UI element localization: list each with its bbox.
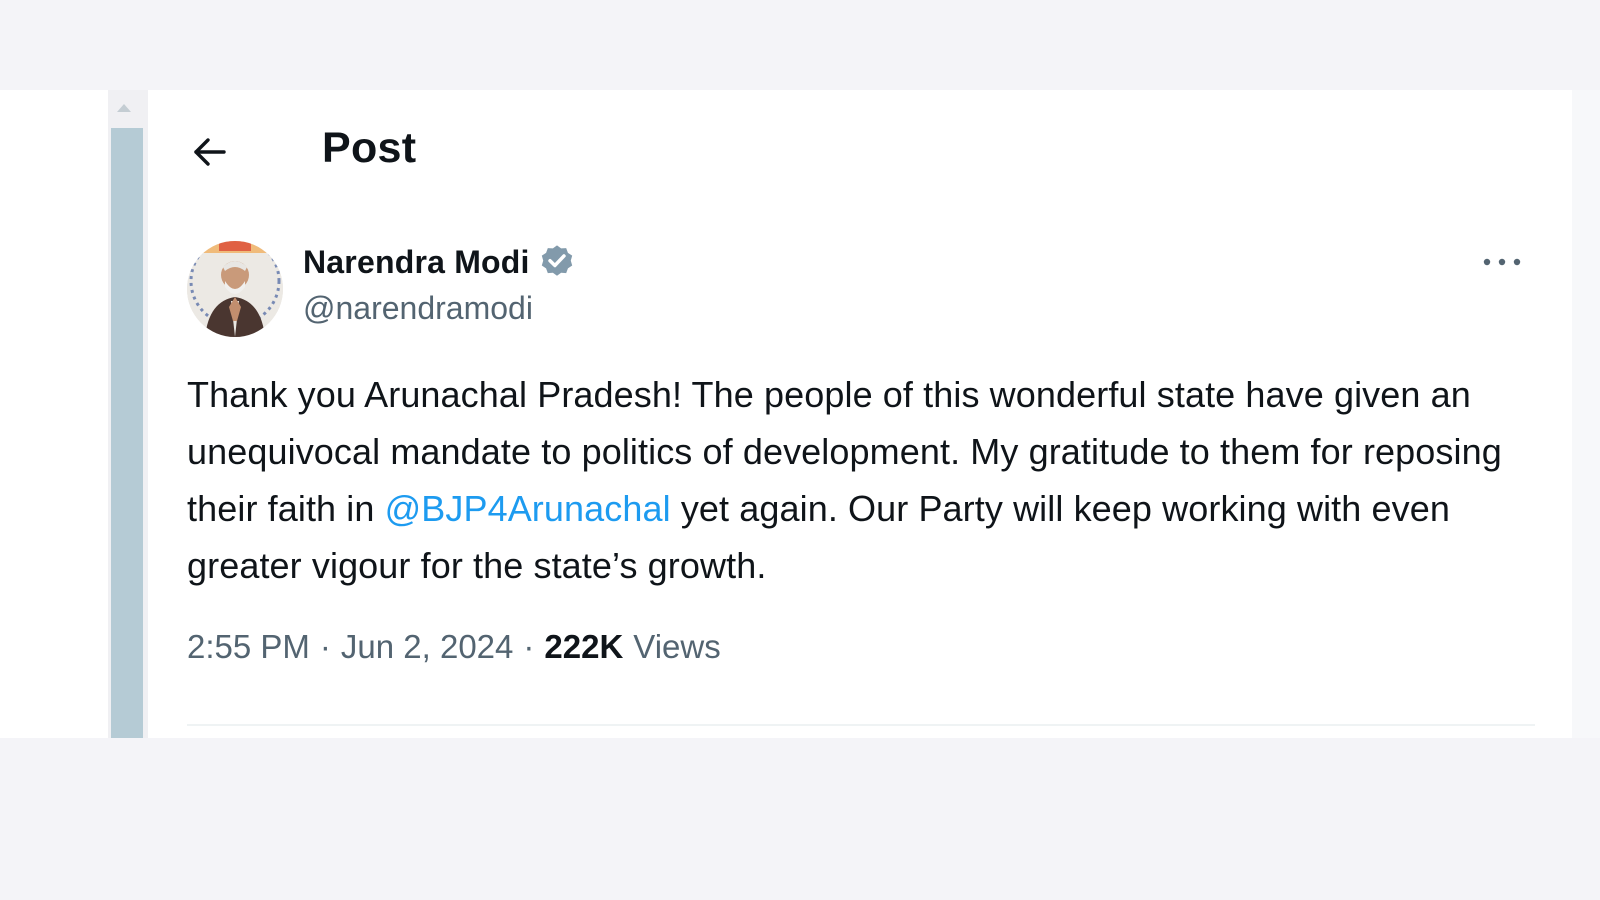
author-name-row[interactable]: Narendra Modi [303,242,576,282]
divider [187,724,1535,726]
ellipsis-icon[interactable] [1479,252,1525,272]
views-label: Views [633,628,721,665]
right-edge [1572,90,1600,738]
verified-badge-icon[interactable] [538,243,576,281]
post-date[interactable]: Jun 2, 2024 [341,628,513,666]
views-count: 222K [544,628,624,665]
mention-link[interactable]: @BJP4Arunachal [385,488,671,529]
post-meta: 2:55 PM · Jun 2, 2024 · 222K Views [187,628,721,666]
separator: · [523,628,535,665]
page-title: Post [322,124,417,172]
screen: Post Narendra Modi @narendramodi Thank y… [0,0,1600,900]
post-time[interactable]: 2:55 PM [187,628,310,666]
post-header: Post [150,110,1550,190]
author-handle[interactable]: @narendramodi [303,290,533,327]
arrow-left-icon[interactable] [190,132,230,172]
scroll-up-arrow-icon[interactable] [108,90,140,126]
author-name[interactable]: Narendra Modi [303,244,530,281]
scrollbar[interactable] [108,90,148,738]
separator: · [319,628,331,665]
post-text: Thank you Arunachal Pradesh! The people … [187,366,1507,594]
scrollbar-thumb[interactable] [111,128,143,738]
avatar[interactable] [187,241,283,337]
